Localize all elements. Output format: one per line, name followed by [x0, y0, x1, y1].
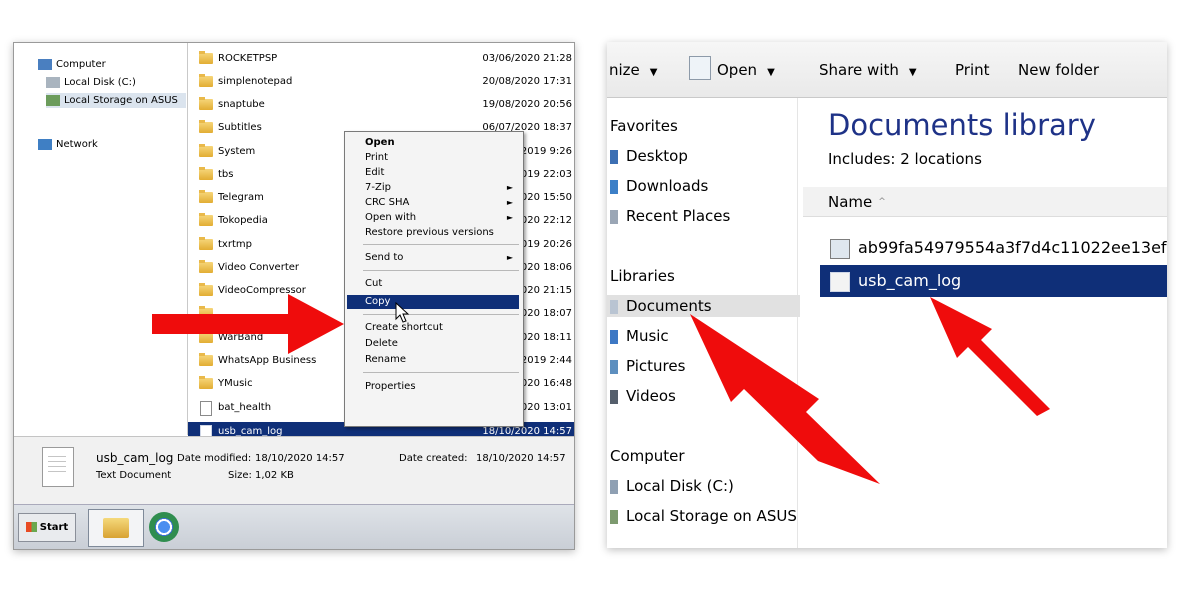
arrow-to-usb-cam-log: [930, 297, 1050, 416]
red-arrow-annotations: [690, 297, 1050, 484]
arrow-to-documents: [690, 314, 880, 484]
